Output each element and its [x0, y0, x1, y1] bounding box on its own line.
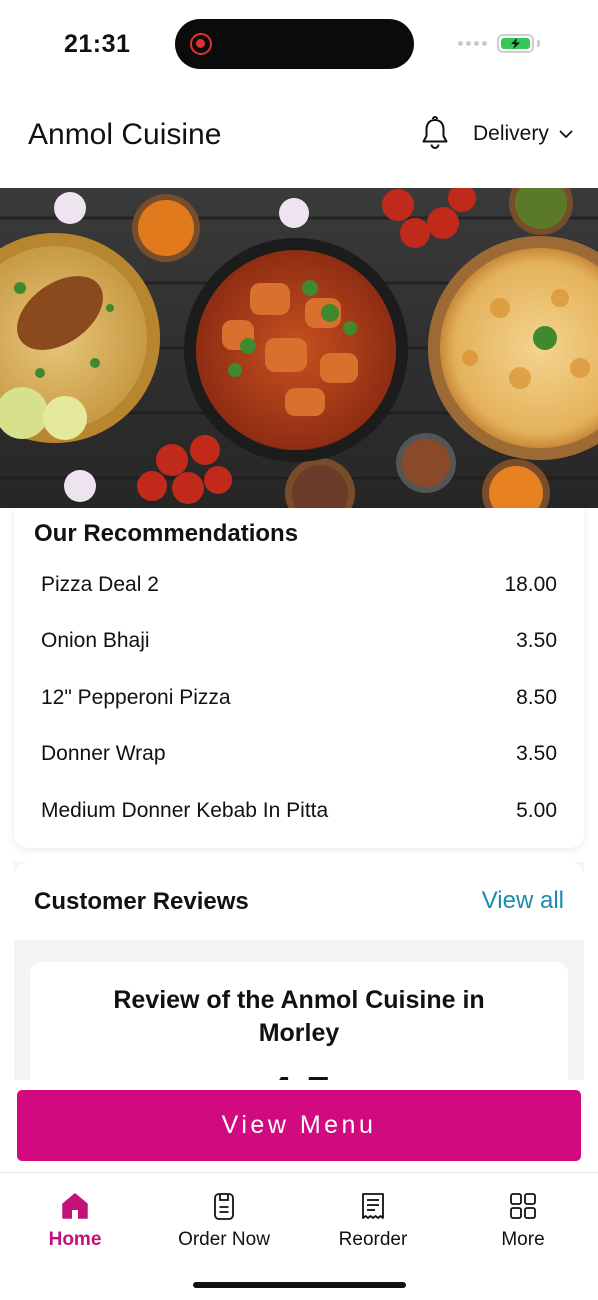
status-bar: 21:31: [0, 0, 598, 90]
tab-order-now-label: Order Now: [178, 1229, 270, 1250]
recommendation-item[interactable]: Medium Donner Kebab In Pitta 5.00: [41, 791, 557, 831]
review-heading: Review of the Anmol Cuisine in Morley: [113, 986, 485, 1047]
item-name: Donner Wrap: [41, 742, 166, 765]
delivery-mode-label: Delivery: [473, 122, 549, 145]
item-name: Medium Donner Kebab In Pitta: [41, 799, 329, 822]
bell-icon[interactable]: [420, 116, 450, 150]
recommendation-item[interactable]: Donner Wrap 3.50: [41, 734, 557, 774]
battery-icon: [497, 34, 534, 53]
home-indicator: [193, 1282, 406, 1288]
chevron-down-icon: [559, 130, 573, 138]
recommendation-item[interactable]: 12" Pepperoni Pizza 8.50: [41, 678, 557, 718]
tab-more-label: More: [501, 1229, 545, 1250]
reviews-title: Customer Reviews: [34, 888, 249, 915]
customer-reviews-section: Customer Reviews View all Review of the …: [14, 862, 584, 1122]
restaurant-title: Anmol Cuisine: [28, 118, 222, 151]
recommendation-item[interactable]: Onion Bhaji 3.50: [41, 621, 557, 661]
home-icon: [62, 1193, 88, 1219]
item-price: 18.00: [504, 573, 557, 596]
dynamic-island: [175, 19, 414, 69]
battery-tip: [537, 40, 540, 47]
item-price: 3.50: [516, 629, 557, 652]
food-banner: [0, 188, 598, 508]
delivery-mode-select[interactable]: Delivery: [473, 122, 573, 146]
item-price: 5.00: [516, 799, 557, 822]
hero-food-image: [0, 188, 598, 508]
recommendation-item[interactable]: Pizza Deal 2 18.00: [41, 565, 557, 605]
recommendations-title: Our Recommendations: [34, 520, 299, 547]
recommendations-card: Our Recommendations Pizza Deal 2 18.00 O…: [14, 508, 584, 848]
item-price: 3.50: [516, 742, 557, 765]
receipt-icon: [362, 1193, 384, 1219]
order-icon: [214, 1193, 234, 1220]
recording-icon: [190, 33, 212, 55]
bottom-tab-bar: Home Order Now Reorder More: [0, 1172, 598, 1300]
tab-more[interactable]: More: [463, 1191, 583, 1251]
tab-reorder-label: Reorder: [338, 1229, 408, 1250]
item-name: Onion Bhaji: [41, 629, 150, 652]
item-name: Pizza Deal 2: [41, 573, 159, 596]
app-header: Anmol Cuisine Delivery: [0, 90, 598, 188]
view-all-reviews-link[interactable]: View all: [482, 887, 564, 915]
tab-reorder[interactable]: Reorder: [313, 1191, 433, 1251]
item-price: 8.50: [516, 686, 557, 709]
signal-icon: [458, 41, 487, 46]
tab-home-label: Home: [48, 1229, 102, 1250]
item-name: 12" Pepperoni Pizza: [41, 686, 231, 709]
tab-order-now[interactable]: Order Now: [164, 1191, 284, 1251]
view-menu-button[interactable]: View Menu: [17, 1090, 581, 1161]
tab-home[interactable]: Home: [15, 1191, 135, 1251]
reviews-header: Customer Reviews View all: [14, 862, 584, 940]
status-time: 21:31: [64, 30, 131, 58]
grid-icon: [510, 1193, 536, 1219]
